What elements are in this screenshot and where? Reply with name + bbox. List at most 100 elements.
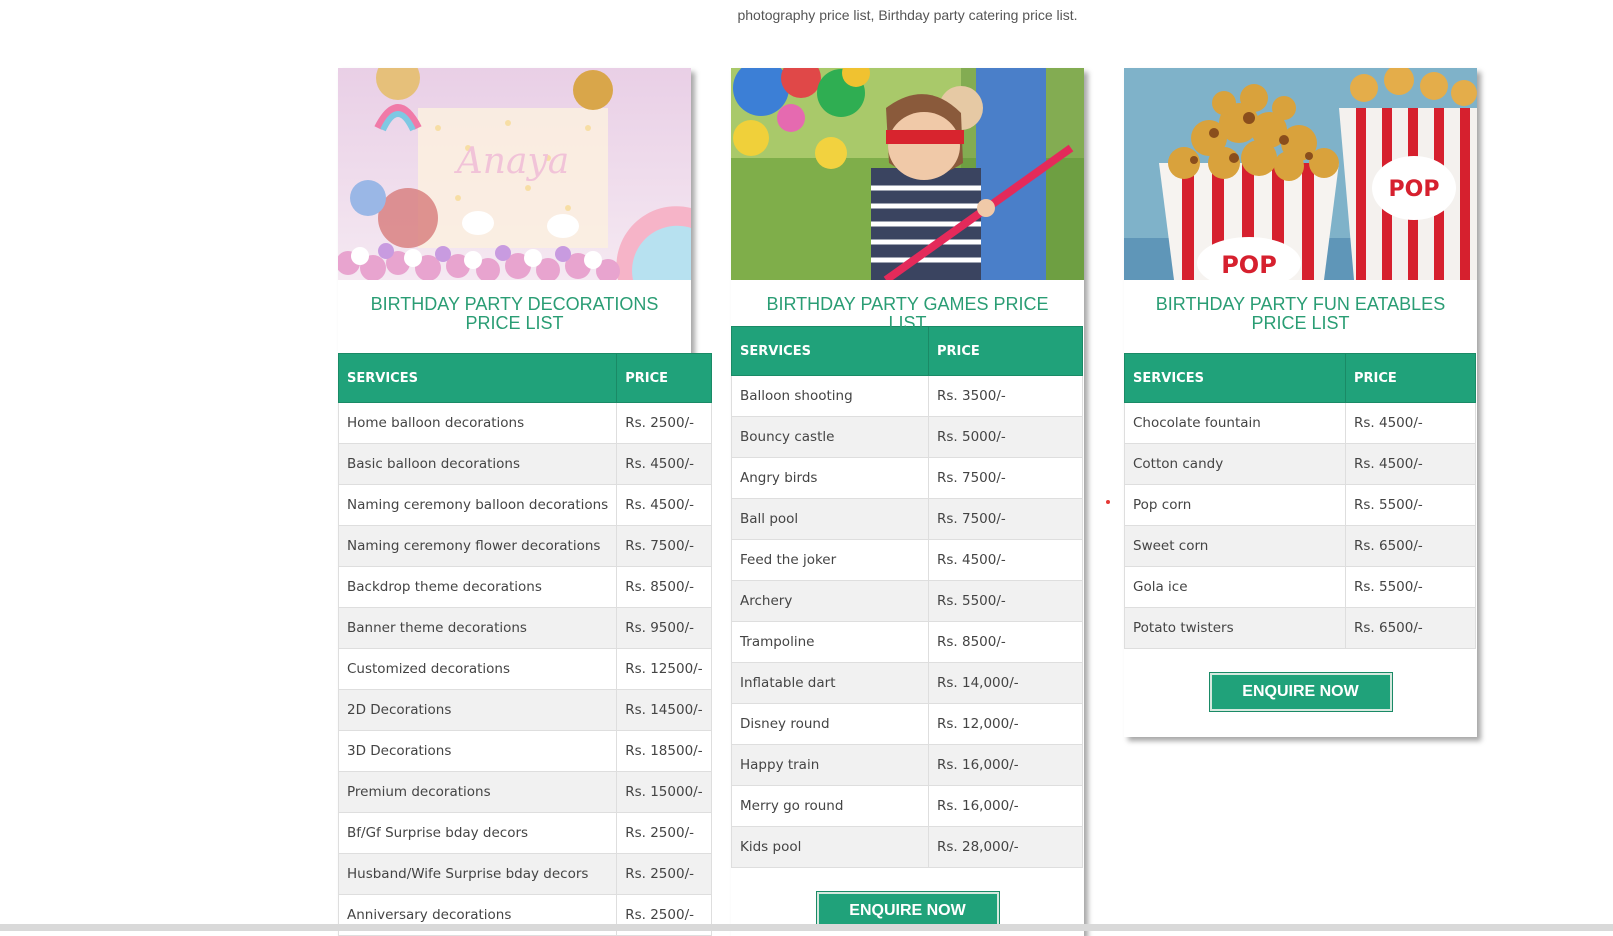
service-cell: Happy train [731,744,929,786]
games-price-table: SERVICES PRICE Balloon shooting Rs. 3500/… [731,326,1083,868]
price-cell: Rs. 7500/- [616,525,712,567]
table-row: Customized decorations Rs. 12500/- [337,648,712,690]
price-cell: Rs. 2500/- [616,853,712,895]
service-cell: Angry birds [731,457,929,499]
price-cell: Rs. 18500/- [616,730,712,772]
price-cell: Rs. 6500/- [1345,525,1476,567]
service-cell: Chocolate fountain [1124,402,1346,444]
price-cell: Rs. 14,000/- [928,662,1083,704]
price-cell: Rs. 7500/- [928,498,1083,540]
service-cell: Ball pool [731,498,929,540]
service-cell: Husband/Wife Surprise bday decors [337,853,618,895]
horizontal-scrollbar[interactable] [0,924,1613,931]
price-cell: Rs. 4500/- [1345,402,1476,444]
table-row: Angry birds Rs. 7500/- [731,457,1083,499]
price-cell: Rs. 4500/- [928,539,1083,581]
table-row: Kids pool Rs. 28,000/- [731,826,1083,868]
table-row: Disney round Rs. 12,000/- [731,703,1083,745]
service-cell: Feed the joker [731,539,929,581]
table-row: Feed the joker Rs. 4500/- [731,539,1083,581]
price-cell: Rs. 2500/- [616,402,712,444]
table-row: Banner theme decorations Rs. 9500/- [337,607,712,649]
svg-text:POP: POP [1389,177,1440,202]
price-cell: Rs. 9500/- [616,607,712,649]
svg-text:POP: POP [1221,251,1277,279]
table-row: Bouncy castle Rs. 5000/- [731,416,1083,458]
decorations-price-card: Anaya BIRTHDAY PARTY DECORATIONS PRICE L… [337,68,712,936]
price-cell: Rs. 5500/- [928,580,1083,622]
table-row: Naming ceremony flower decorations Rs. 75… [337,525,712,567]
table-row: Sweet corn Rs. 6500/- [1124,525,1476,567]
service-cell: Premium decorations [337,771,618,813]
service-cell: 2D Decorations [337,689,618,731]
table-row: 2D Decorations Rs. 14500/- [337,689,712,731]
service-cell: Potato twisters [1124,607,1346,649]
service-cell: Trampoline [731,621,929,663]
price-header: PRICE [1345,353,1476,403]
price-cell: Rs. 8500/- [616,566,712,608]
table-row: Gola ice Rs. 5500/- [1124,566,1476,608]
service-cell: Naming ceremony balloon decorations [337,484,618,526]
service-cell: Bf/Gf Surprise bday decors [337,812,618,854]
red-dot-marker [1106,500,1110,504]
popcorn-image: POP POP [1124,68,1477,280]
table-row: Pop corn Rs. 5500/- [1124,484,1476,526]
decorations-price-table: SERVICES PRICE Home balloon decorations R… [337,353,712,936]
intro-text: photography price list, Birthday party c… [737,7,1078,23]
service-cell: Gola ice [1124,566,1346,608]
price-cell: Rs. 8500/- [928,621,1083,663]
price-cell: Rs. 12500/- [616,648,712,690]
price-cell: Rs. 3500/- [928,375,1083,417]
services-header: SERVICES [1124,353,1346,403]
service-cell: Disney round [731,703,929,745]
table-row: Premium decorations Rs. 15000/- [337,771,712,813]
table-row: Naming ceremony balloon decorations Rs. 4… [337,484,712,526]
table-row: Potato twisters Rs. 6500/- [1124,607,1476,649]
enquire-now-button[interactable]: ENQUIRE NOW [1208,672,1393,712]
service-cell: Naming ceremony flower decorations [337,525,618,567]
table-row: Archery Rs. 5500/- [731,580,1083,622]
table-row: Basic balloon decorations Rs. 4500/- [337,443,712,485]
services-header: SERVICES [731,326,929,376]
price-cell: Rs. 15000/- [616,771,712,813]
table-row: Inflatable dart Rs. 14,000/- [731,662,1083,704]
eatables-price-table: SERVICES PRICE Chocolate fountain Rs. 450… [1124,353,1476,649]
price-cell: Rs. 28,000/- [928,826,1083,868]
games-price-card: BIRTHDAY PARTY GAMES PRICE LIST SERVICES… [731,68,1084,936]
card-title: BIRTHDAY PARTY DECORATIONS PRICE LIST [370,294,659,333]
price-cell: Rs. 5500/- [1345,484,1476,526]
table-row: Trampoline Rs. 8500/- [731,621,1083,663]
price-cell: Rs. 16,000/- [928,785,1083,827]
table-row: Husband/Wife Surprise bday decors Rs. 250… [337,853,712,895]
service-cell: Basic balloon decorations [337,443,618,485]
price-cell: Rs. 4500/- [616,443,712,485]
price-cell: Rs. 5000/- [928,416,1083,458]
table-row: Ball pool Rs. 7500/- [731,498,1083,540]
service-cell: Balloon shooting [731,375,929,417]
table-row: Balloon shooting Rs. 3500/- [731,375,1083,417]
service-cell: Kids pool [731,826,929,868]
table-row: Happy train Rs. 16,000/- [731,744,1083,786]
pinata-kids-image [731,68,1084,280]
price-cell: Rs. 12,000/- [928,703,1083,745]
service-cell: Backdrop theme decorations [337,566,618,608]
service-cell: Sweet corn [1124,525,1346,567]
service-cell: Banner theme decorations [337,607,618,649]
service-cell: Cotton candy [1124,443,1346,485]
unicorn-decoration-image: Anaya [338,68,691,280]
service-cell: Merry go round [731,785,929,827]
card-title: BIRTHDAY PARTY FUN EATABLES PRICE LIST [1155,294,1446,333]
price-cell: Rs. 4500/- [616,484,712,526]
eatables-price-card: POP POP BIRTHDAY PARTY FUN EATABLES PRIC… [1124,68,1477,737]
table-row: Home balloon decorations Rs. 2500/- [337,402,712,444]
table-row: Bf/Gf Surprise bday decors Rs. 2500/- [337,812,712,854]
price-cell: Rs. 16,000/- [928,744,1083,786]
services-header: SERVICES [337,353,618,403]
table-row: Cotton candy Rs. 4500/- [1124,443,1476,485]
service-cell: Archery [731,580,929,622]
price-cell: Rs. 2500/- [616,812,712,854]
svg-text:Anaya: Anaya [454,141,569,182]
card-title: BIRTHDAY PARTY GAMES PRICE LIST [766,294,1049,333]
service-cell: 3D Decorations [337,730,618,772]
price-cell: Rs. 4500/- [1345,443,1476,485]
